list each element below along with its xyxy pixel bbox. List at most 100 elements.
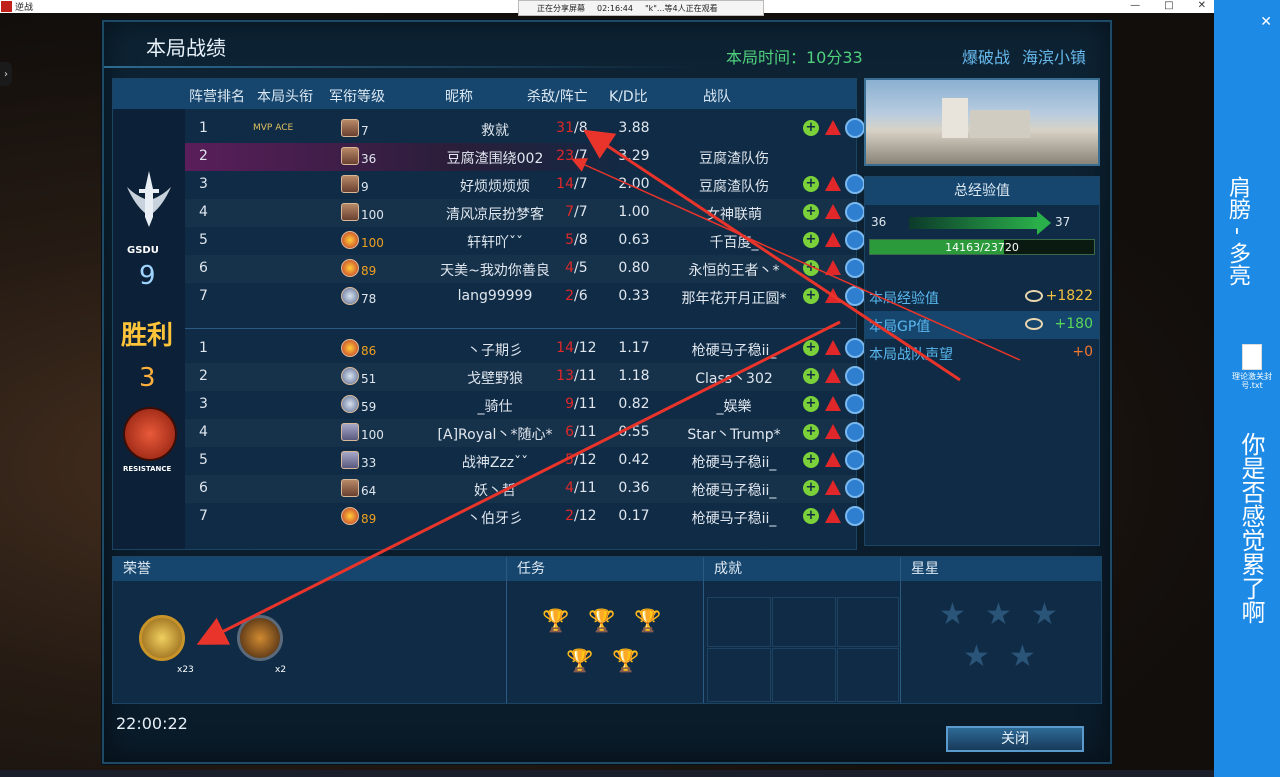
clan-name: Class丶302 [695,371,773,387]
player-row[interactable]: 3 9 好烦烦烦烦 14/7 2.00 豆腐渣队伤 + [185,171,865,199]
camp-rank: 5 [199,452,208,468]
report-icon[interactable] [825,452,841,467]
military-rank-icon [341,259,359,277]
player-row[interactable]: 3 59 _骑仕 9/11 0.82 _娱樂 + [185,391,865,419]
report-icon[interactable] [825,120,841,135]
add-friend-icon[interactable]: + [803,288,819,304]
add-friend-icon[interactable]: + [803,176,819,192]
player-row[interactable]: 1 MVP ACE 7 救就 31/8 3.88 + [185,115,865,143]
gp-label: 本局GP值 [869,319,931,335]
taskbar [0,770,1214,777]
trophy-icon: 🏆 [612,649,640,674]
like-icon[interactable] [845,394,865,414]
like-icon[interactable] [845,202,865,222]
add-friend-icon[interactable]: + [803,340,819,356]
like-icon[interactable] [845,286,865,306]
player-row[interactable]: 5 100 轩轩吖ˇˇ 5/8 0.63 千百度_ + [185,227,865,255]
clan-name: 永恒的王者丶* [688,263,780,279]
xp-progress-text: 14163/23720 [945,241,1019,254]
like-icon[interactable] [845,338,865,358]
trophy-icon: 🏆 [566,649,594,674]
xp-row-gp: 本局GP值 +180 [865,311,1099,339]
map-building [942,98,968,138]
window-close-button[interactable]: ✕ [1198,0,1206,11]
level-from: 36 [871,215,887,229]
level: 89 [361,264,377,278]
like-icon[interactable] [845,118,865,138]
close-button[interactable]: 关闭 [946,726,1084,752]
chest-medal-icon[interactable] [237,615,283,661]
clan-name: 豆腐渣队伤 [699,179,769,195]
kills: 23 [556,148,574,164]
player-row[interactable]: 2 51 戈壁野狼 13/11 1.18 Class丶302 + [185,363,865,391]
like-icon[interactable] [845,366,865,386]
deaths: /7 [574,148,588,164]
level: 89 [361,512,377,526]
like-icon[interactable] [845,230,865,250]
like-icon[interactable] [845,258,865,278]
achievement-slot [707,648,771,702]
camp-rank: 4 [199,204,208,220]
add-friend-icon[interactable]: + [803,260,819,276]
add-friend-icon[interactable]: + [803,424,819,440]
side-close-icon[interactable]: ✕ [1260,14,1272,30]
player-row[interactable]: 6 64 妖丶哲 4/11 0.36 枪硬马子稳ii_ + [185,475,865,503]
report-icon[interactable] [825,396,841,411]
like-icon[interactable] [845,422,865,442]
clock: 22:00:22 [116,714,188,733]
player-row[interactable]: 4 100 清风凉辰扮梦客 7/7 1.00 女神联萌 + [185,199,865,227]
player-row[interactable]: 5 33 战神Zzzˇˇ 5/12 0.42 枪硬马子稳ii_ + [185,447,865,475]
report-icon[interactable] [825,368,841,383]
player-row[interactable]: 7 89 丶伯牙彡 2/12 0.17 枪硬马子稳ii_ + [185,503,865,531]
clan-name: 那年花开月正圆* [681,291,787,307]
desktop-file[interactable]: 理论激关封号.txt [1232,344,1272,390]
player-row[interactable]: 4 100 [A]Royal丶*随心* 6/11 0.55 Star丶Trump* + [185,419,865,447]
trophy-icon: 🏆 [588,609,616,634]
add-friend-icon[interactable]: + [803,232,819,248]
kd-ratio: 3.88 [618,120,650,136]
military-rank-icon [341,479,359,497]
add-friend-icon[interactable]: + [803,396,819,412]
kd-ratio: 0.63 [618,232,650,248]
like-icon[interactable] [845,506,865,526]
report-icon[interactable] [825,176,841,191]
military-rank-icon [341,231,359,249]
report-icon[interactable] [825,424,841,439]
add-friend-icon[interactable]: + [803,368,819,384]
player-row[interactable]: 7 78 lang99999 2/6 0.33 那年花开月正圆* + [185,283,865,311]
match-result-dialog: 本局战绩 本局时间：10分33 爆破战 海滨小镇 阵营排名 本局头衔 军衔等级 … [102,20,1112,764]
report-icon[interactable] [825,260,841,275]
add-friend-icon[interactable]: + [803,452,819,468]
like-icon[interactable] [845,478,865,498]
like-icon[interactable] [845,174,865,194]
add-friend-icon[interactable]: + [803,480,819,496]
expand-arrow-icon[interactable]: › [0,62,12,86]
player-row[interactable]: 1 86 丶子期彡 14/12 1.17 枪硬马子稳ii_ + [185,335,865,363]
star-icon: ★ [1031,597,1058,632]
add-friend-icon[interactable]: + [803,120,819,136]
report-icon[interactable] [825,508,841,523]
skull-medal-icon[interactable] [139,615,185,661]
report-icon[interactable] [825,480,841,495]
player-row[interactable]: 2 36 豆腐渣围绕002 23/7 3.29 豆腐渣队伤 [185,143,856,171]
player-row[interactable]: 6 89 天美~我劝你善良 4/5 0.80 永恒的王者丶* + [185,255,865,283]
maximize-button[interactable]: □ [1164,0,1173,11]
like-icon[interactable] [845,450,865,470]
deaths: /5 [574,260,588,276]
kd-ratio: 0.82 [618,396,650,412]
kd-ratio: 1.17 [618,340,650,356]
kills: 14 [556,340,574,356]
add-friend-icon[interactable]: + [803,204,819,220]
xp-title: 总经验值 [865,177,1099,205]
add-friend-icon[interactable]: + [803,508,819,524]
clan-name: 女神联萌 [706,207,762,223]
divider [900,557,901,703]
minimize-button[interactable]: — [1130,0,1140,11]
col-camp-rank: 阵营排名 [189,89,245,105]
report-icon[interactable] [825,232,841,247]
report-icon[interactable] [825,204,841,219]
report-icon[interactable] [825,288,841,303]
clan-name: 千百度_ [709,235,759,251]
report-icon[interactable] [825,340,841,355]
military-rank-icon [341,287,359,305]
